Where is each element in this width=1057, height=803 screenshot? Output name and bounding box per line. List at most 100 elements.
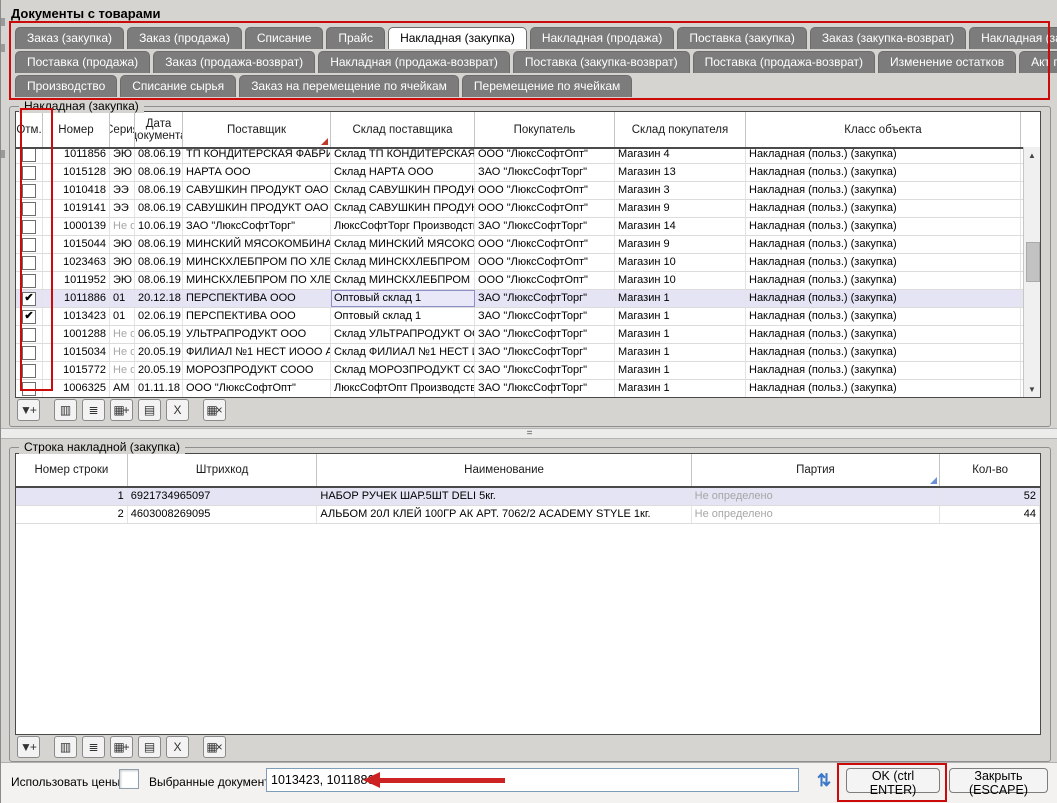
row-checkbox[interactable] [22,238,36,252]
row-checkbox[interactable] [22,184,36,198]
document-row[interactable]: 1000139Не о10.06.19ЗАО "ЛюксСофтТорг"Люк… [16,218,1040,236]
documents-table-scrollbar[interactable]: ▲ ▼ [1023,147,1040,397]
row-checkbox[interactable] [22,382,36,396]
document-row[interactable]: 1015044ЭЮ08.06.19МИНСКИЙ МЯСОКОМБИНАСкла… [16,236,1040,254]
tab-изменение-остатков[interactable]: Изменение остатков [878,51,1016,73]
tab-перемещение-по-ячейкам[interactable]: Перемещение по ячейкам [462,75,632,97]
tab-заказ-закупка-[interactable]: Заказ (закупка) [15,27,124,49]
line-row[interactable]: 16921734965097НАБОР РУЧЕК ШАР.5ШТ DELI 5… [16,488,1040,506]
document-row[interactable]: 1001288Не о06.05.19УЛЬТРАПРОДУКТ ОООСкла… [16,326,1040,344]
table-add-icon[interactable]: ▦+ [110,736,133,758]
document-row[interactable]: 1010418ЭЭ08.06.19САВУШКИН ПРОДУКТ ОАОСкл… [16,182,1040,200]
tab-заказ-на-перемещение-по-ячейкам[interactable]: Заказ на перемещение по ячейкам [239,75,459,97]
document-row[interactable]: ✔10118860120.12.18ПЕРСПЕКТИВА ООООптовый… [16,290,1040,308]
row-checkbox[interactable] [22,346,36,360]
tab-списание[interactable]: Списание [245,27,324,49]
document-cell: МИНСКИЙ МЯСОКОМБИНА [183,236,331,253]
document-row[interactable]: 1015772Не о20.05.19МОРОЗПРОДУКТ СОООСкла… [16,362,1040,380]
docs-col-header[interactable]: Серия [110,112,135,147]
tab-прайс[interactable]: Прайс [326,27,385,49]
row-checkbox[interactable] [22,220,36,234]
document-row[interactable]: 1011856ЭЮ08.06.19ТП КОНДИТЕРСКАЯ ФАБРИСк… [16,149,1040,164]
column-settings-icon[interactable]: ▥ [54,736,77,758]
filter-add-icon[interactable]: ▼+ [17,736,40,758]
document-row[interactable]: ✔10134230102.06.19ПЕРСПЕКТИВА ООООптовый… [16,308,1040,326]
docs-col-header[interactable]: Склад покупателя [615,112,746,147]
use-prices-checkbox[interactable] [119,769,139,789]
selected-docs-input[interactable] [266,768,799,792]
print-icon[interactable]: ▤ [138,736,161,758]
row-numbering-icon[interactable]: ≣ [82,736,105,758]
table-add-icon[interactable]: ▦+ [110,399,133,421]
tab-заказ-продажа-[interactable]: Заказ (продажа) [127,27,242,49]
tab-поставка-закупка-[interactable]: Поставка (закупка) [677,27,806,49]
row-checkbox[interactable] [22,166,36,180]
filter-add-icon[interactable]: ▼+ [17,399,40,421]
row-checkbox-cell [16,200,43,217]
tab-накладная-продажа-[interactable]: Накладная (продажа) [530,27,675,49]
docs-col-header[interactable]: Отм. [16,112,43,147]
document-cell: ЗАО "ЛюксСофтТорг" [475,218,615,235]
tab-акт-переоценки[interactable]: Акт переоценки [1019,51,1057,73]
row-numbering-icon[interactable]: ≣ [82,399,105,421]
document-cell: ООО "ЛюксСофтОпт" [475,149,615,163]
line-row[interactable]: 24603008269095АЛЬБОМ 20Л КЛЕЙ 100ГР АК А… [16,506,1040,524]
print-icon[interactable]: ▤ [138,399,161,421]
row-checkbox[interactable] [22,202,36,216]
lines-col-header[interactable]: Штрихкод [128,454,318,486]
tab-row: Заказ (закупка)Заказ (продажа)СписаниеПр… [15,27,1043,49]
docs-col-header[interactable]: Склад поставщика [331,112,475,147]
row-checkbox[interactable] [22,364,36,378]
row-checkbox-checked[interactable]: ✔ [22,292,36,306]
tab-накладная-продажа-возврат-[interactable]: Накладная (продажа-возврат) [318,51,510,73]
tab-списание-сырья[interactable]: Списание сырья [120,75,236,97]
row-checkbox[interactable] [22,256,36,270]
excel-export-icon[interactable]: X [166,399,189,421]
scroll-up-icon[interactable]: ▲ [1024,147,1040,163]
docs-col-header[interactable]: Класс объекта [746,112,1021,147]
document-cell: 08.06.19 [135,254,183,271]
lines-col-header[interactable]: Партия [692,454,941,486]
column-settings-icon[interactable]: ▥ [54,399,77,421]
lines-col-header[interactable]: Кол-во [940,454,1040,486]
document-cell: 10.06.19 [135,218,183,235]
document-row[interactable]: 1011952ЭЮ08.06.19МИНСКХЛЕБПРОМ ПО ХЛЕСкл… [16,272,1040,290]
tab-заказ-закупка-возврат-[interactable]: Заказ (закупка-возврат) [810,27,966,49]
docs-col-header[interactable]: Номер [43,112,110,147]
document-cell: ТП КОНДИТЕРСКАЯ ФАБРИ [183,149,331,163]
tab-заказ-продажа-возврат-[interactable]: Заказ (продажа-возврат) [153,51,315,73]
excel-export-icon[interactable]: X [166,736,189,758]
scrollbar-thumb[interactable] [1026,242,1040,282]
document-row[interactable]: 1006325АМ01.11.18ООО "ЛюксСофтОпт"ЛюксСо… [16,380,1040,397]
document-row[interactable]: 1015034Не о20.05.19ФИЛИАЛ №1 НЕСТ ИООО А… [16,344,1040,362]
row-checkbox[interactable] [22,274,36,288]
lines-col-header[interactable]: Номер строки [16,454,128,486]
document-cell: Магазин 9 [615,200,746,217]
tab-накладная-закупка-возврат-[interactable]: Накладная (закупка-возврат) [969,27,1057,49]
tab-поставка-продажа-[interactable]: Поставка (продажа) [15,51,150,73]
document-row[interactable]: 1015128ЭЮ08.06.19НАРТА ОООСклад НАРТА ОО… [16,164,1040,182]
close-button[interactable]: Закрыть (ESCAPE) [949,768,1048,793]
tab-накладная-закупка-[interactable]: Накладная (закупка) [388,27,527,49]
document-row[interactable]: 1019141ЭЭ08.06.19САВУШКИН ПРОДУКТ ОАОСкл… [16,200,1040,218]
document-row[interactable]: 1023463ЭЮ08.06.19МИНСКХЛЕБПРОМ ПО ХЛЕСкл… [16,254,1040,272]
document-cell: Не о [110,218,135,235]
lines-col-header[interactable]: Наименование [317,454,691,486]
row-checkbox-checked[interactable]: ✔ [22,310,36,324]
docs-col-header[interactable]: Покупатель [475,112,615,147]
tab-поставка-закупка-возврат-[interactable]: Поставка (закупка-возврат) [513,51,690,73]
tab-производство[interactable]: Производство [15,75,117,97]
splitter-handle[interactable]: = [1,428,1057,439]
refresh-icon[interactable]: ⇅ [811,769,837,793]
document-cell: ООО "ЛюксСофтОпт" [475,200,615,217]
scroll-down-icon[interactable]: ▼ [1024,381,1040,397]
row-checkbox[interactable] [22,328,36,342]
docs-col-header[interactable]: Поставщик [183,112,331,147]
row-checkbox[interactable] [22,149,36,162]
ok-button[interactable]: OK (ctrl ENTER) [846,768,940,793]
selected-docs-label: Выбранные документы [149,775,278,789]
table-clear-icon[interactable]: ▦× [203,736,226,758]
docs-col-header[interactable]: Дата документа [135,112,183,147]
tab-поставка-продажа-возврат-[interactable]: Поставка (продажа-возврат) [693,51,875,73]
table-clear-icon[interactable]: ▦× [203,399,226,421]
